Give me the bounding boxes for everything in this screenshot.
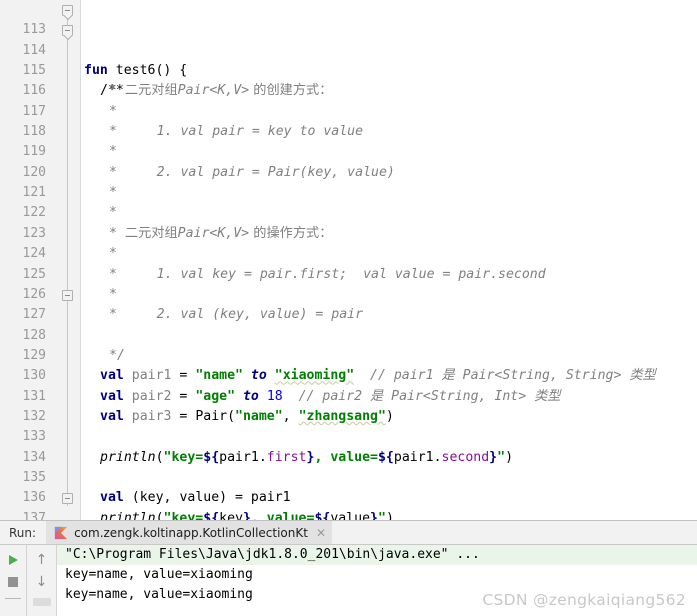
token-variable-key: key xyxy=(219,510,243,520)
token-variable-value: value xyxy=(330,510,371,520)
console-line: key=name, value=xiaoming xyxy=(65,587,253,602)
run-tab-title: com.zengk.koltinapp.KotlinCollectionKt xyxy=(74,525,308,540)
code-line[interactable]: 136 println("key=${key}, value=${value}"… xyxy=(0,468,697,520)
run-actions-toolbar xyxy=(0,545,27,616)
play-icon xyxy=(8,555,18,565)
token-function-println: println xyxy=(100,510,156,520)
code-line[interactable]: 118 * xyxy=(0,102,697,159)
token-string-part: , value= xyxy=(250,510,315,520)
code-line[interactable]: 119 * 2. val pair = Pair(key, value) xyxy=(0,122,697,179)
code-line[interactable]: 130 val pair2 = "age" to 18 // pair2 是 P… xyxy=(0,346,697,403)
toolbar-divider xyxy=(5,598,21,599)
code-line[interactable]: 121 * xyxy=(0,163,697,220)
code-line[interactable]: 113 fun test6() { xyxy=(0,0,697,78)
run-tab-bar: Run: com.zengk.koltinapp.KotlinCollectio… xyxy=(0,521,697,545)
code-line[interactable]: 126 * 2. val (key, value) = pair xyxy=(0,265,697,322)
run-configuration-tab[interactable]: com.zengk.koltinapp.KotlinCollectionKt ✕ xyxy=(46,521,333,544)
code-line[interactable]: 132 xyxy=(0,387,697,424)
stop-button[interactable] xyxy=(2,571,24,593)
line-number: 137 xyxy=(22,510,46,520)
run-tool-window: Run: com.zengk.koltinapp.KotlinCollectio… xyxy=(0,520,697,616)
code-line[interactable]: 133 println("key=${pair1.first}, value=$… xyxy=(0,407,697,464)
run-window-label: Run: xyxy=(9,525,37,540)
token-template-open: ${ xyxy=(314,510,331,520)
rerun-button[interactable] xyxy=(2,549,24,571)
code-line[interactable]: 115 * 二元对组Pair<K,V> 的创建方式： xyxy=(0,41,697,98)
code-line[interactable]: 135 val (key, value) = pair1 xyxy=(0,448,697,505)
code-line[interactable]: 124 * 1. val key = pair.first; val value… xyxy=(0,224,697,281)
code-line-list: 113 fun test6() { 114 /** 115 * 二元对组Pair… xyxy=(0,0,697,520)
close-icon[interactable]: ✕ xyxy=(316,527,326,539)
token-string-part: key= xyxy=(171,510,204,520)
token-template-close: } xyxy=(242,510,251,520)
previous-occurrence-button[interactable]: ↑ xyxy=(31,549,53,571)
code-line[interactable]: 123 * xyxy=(0,204,697,261)
arrow-up-icon: ↑ xyxy=(35,552,48,568)
code-line[interactable]: 127 */ xyxy=(0,285,697,363)
arrow-down-icon: ↓ xyxy=(35,574,48,590)
code-line[interactable]: 129 val pair1 = "name" to "xiaoming" // … xyxy=(0,326,697,383)
fold-marker-comment-end[interactable] xyxy=(62,289,73,301)
fold-marker-function-end[interactable] xyxy=(62,493,73,505)
console-nav-toolbar: ↑ ↓ xyxy=(27,545,57,616)
code-line[interactable]: 117 * 1. val pair = key to value xyxy=(0,81,697,139)
code-line[interactable]: 125 * xyxy=(0,244,697,302)
fold-marker-comment[interactable] xyxy=(62,25,73,37)
console-line: "C:\Program Files\Java\jdk1.8.0_201\bin\… xyxy=(57,545,697,565)
code-line[interactable]: 134 xyxy=(0,427,697,465)
fold-marker-function[interactable] xyxy=(62,5,73,16)
code-editor[interactable]: 113 fun test6() { 114 /** 115 * 二元对组Pair… xyxy=(0,0,697,520)
soft-wrap-button[interactable] xyxy=(32,598,51,606)
code-line[interactable]: 137 } xyxy=(0,488,697,520)
code-line[interactable]: 120 * xyxy=(0,142,697,200)
code-line[interactable]: 131 val pair3 = Pair("name", "zhangsang"… xyxy=(0,366,697,424)
console-line: key=name, value=xiaoming xyxy=(65,567,253,582)
code-line[interactable]: 114 /** xyxy=(0,20,697,98)
kotlin-icon xyxy=(54,526,68,539)
code-line[interactable]: 116 * xyxy=(0,61,697,118)
run-body: ↑ ↓ "C:\Program Files\Java\jdk1.8.0_201\… xyxy=(0,545,697,616)
stop-icon xyxy=(8,577,18,587)
next-occurrence-button[interactable]: ↓ xyxy=(31,571,53,593)
code-line[interactable]: 122 * 二元对组Pair<K,V> 的操作方式： xyxy=(0,183,697,240)
line-content: println("key=${key}, value=${value}") xyxy=(100,509,394,520)
token-template-open: ${ xyxy=(203,510,220,520)
code-line[interactable]: 128 xyxy=(0,305,697,343)
ide-window: 113 fun test6() { 114 /** 115 * 二元对组Pair… xyxy=(0,0,697,616)
console-output[interactable]: "C:\Program Files\Java\jdk1.8.0_201\bin\… xyxy=(57,545,697,616)
token-template-close: } xyxy=(370,510,378,520)
